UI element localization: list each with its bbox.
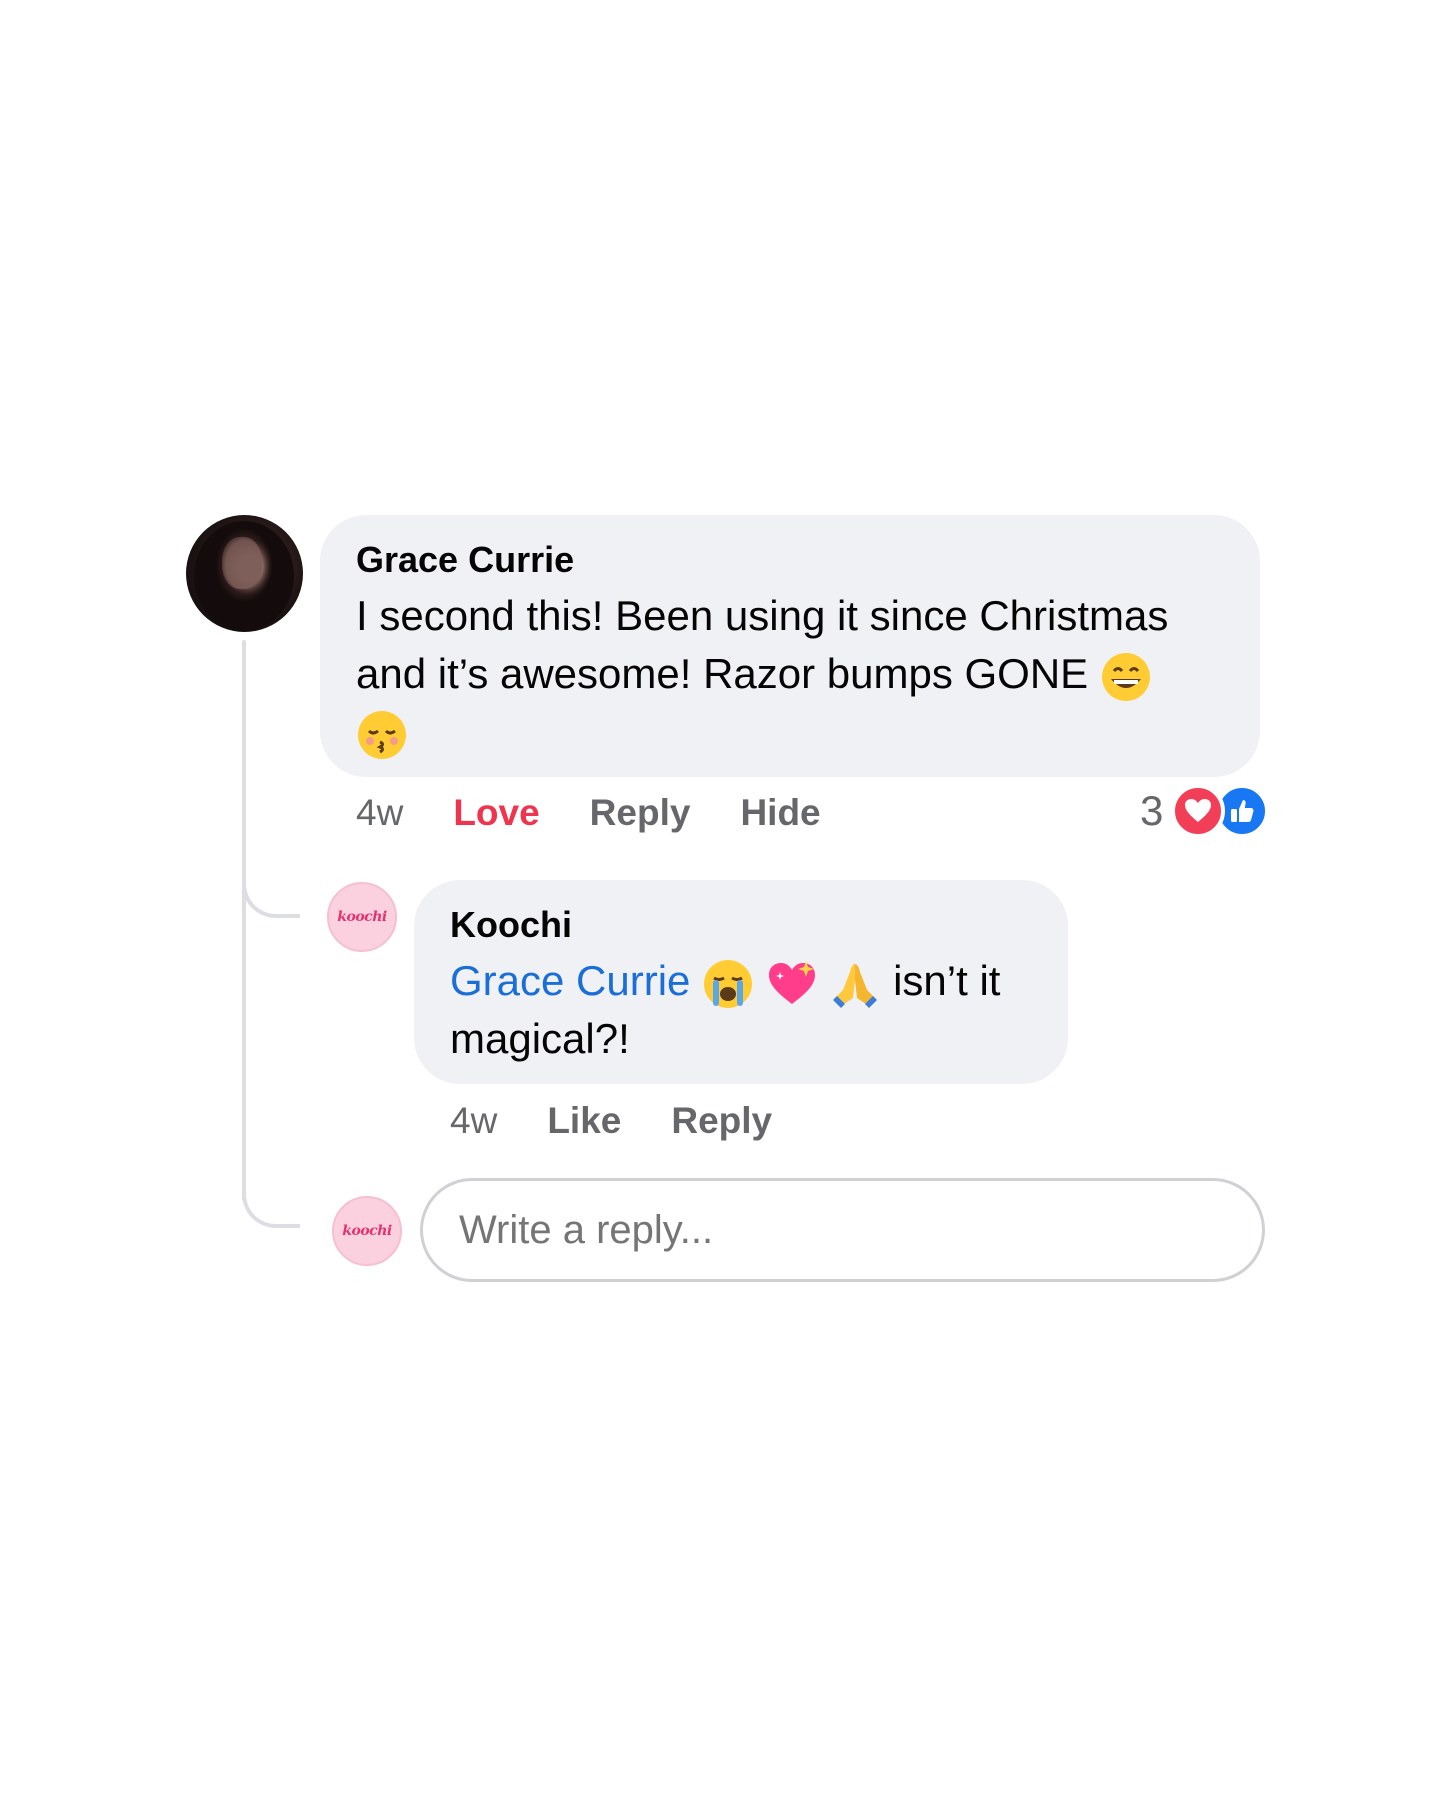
reply-actions: 4w Like Reply	[450, 1100, 822, 1142]
hide-button[interactable]: Hide	[740, 792, 820, 834]
folded-hands-icon	[833, 963, 878, 1008]
reply-button[interactable]: Reply	[671, 1100, 772, 1142]
reply-input[interactable]	[420, 1178, 1265, 1282]
like-button[interactable]: Like	[547, 1100, 621, 1142]
comment-text-line2: and it’s awesome! Razor bumps GONE	[356, 650, 1089, 697]
sparkling-heart-icon	[768, 960, 815, 1004]
thread-connector	[242, 1170, 300, 1228]
comment-text: I second this! Been using it since Chris…	[356, 587, 1224, 761]
comment-author[interactable]: Grace Currie	[356, 539, 1224, 581]
crying-emoji-icon	[704, 959, 753, 1008]
comment-actions: 4w Love Reply Hide	[356, 792, 871, 834]
avatar-hair	[194, 521, 294, 631]
reply-time[interactable]: 4w	[450, 1100, 497, 1142]
comment-bubble: Grace Currie I second this! Been using i…	[320, 515, 1260, 777]
avatar[interactable]: koochi	[327, 882, 397, 952]
thread-connector	[242, 860, 300, 918]
comment-text-line1: I second this! Been using it since Chris…	[356, 592, 1169, 639]
grinning-emoji-icon	[1101, 652, 1150, 701]
reply-text: Grace Currie isn’t it magical?!	[450, 952, 1032, 1068]
avatar-logo: koochi	[337, 909, 387, 925]
reply-bubble: Koochi Grace Currie isn’t it magical?!	[414, 880, 1068, 1084]
thread-line	[242, 640, 246, 1060]
reply-button[interactable]: Reply	[590, 792, 691, 834]
love-button[interactable]: Love	[453, 792, 539, 834]
reaction-count: 3	[1140, 787, 1164, 834]
reaction-summary[interactable]: 3	[1140, 784, 1270, 838]
avatar[interactable]: koochi	[332, 1196, 402, 1266]
avatar[interactable]	[186, 515, 303, 632]
kissing-emoji-icon	[358, 710, 406, 759]
avatar-logo: koochi	[342, 1223, 392, 1239]
reply-author[interactable]: Koochi	[450, 904, 1032, 946]
reply-text-line2: magical?!	[450, 1015, 630, 1062]
love-icon	[1171, 784, 1226, 838]
reply-text-part1: isn’t it	[893, 957, 1001, 1004]
comment-time[interactable]: 4w	[356, 792, 403, 834]
mention-link[interactable]: Grace Currie	[450, 957, 690, 1004]
